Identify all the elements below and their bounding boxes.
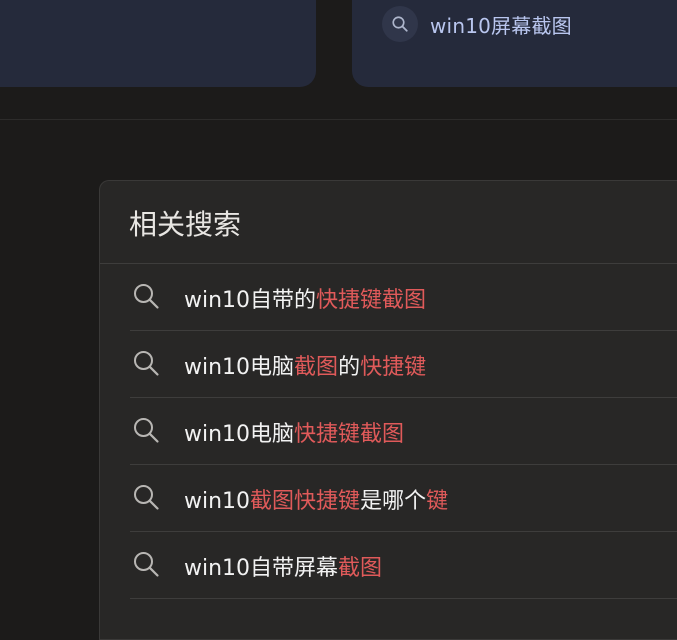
related-search-text: win10电脑快捷键截图 — [184, 416, 404, 448]
query-term: win10电脑 — [184, 422, 295, 447]
highlighted-term: 快捷键截图 — [294, 422, 405, 447]
related-search-text: win10自带屏幕截图 — [184, 550, 382, 582]
highlighted-term: 键 — [426, 489, 449, 514]
query-term: win10电脑 — [184, 355, 295, 380]
search-icon — [131, 549, 161, 579]
highlighted-term: 快捷键截图 — [316, 288, 427, 313]
top-card-right[interactable]: win10屏幕截图 — [352, 0, 677, 87]
query-term: win10 — [184, 489, 251, 514]
related-search-item[interactable]: win10截图快捷键是哪个键 — [100, 465, 677, 532]
highlighted-term: 截图 — [294, 355, 339, 380]
related-search-list: win10自带的快捷键截图 win10电脑截图的快捷键 win10电脑快捷键截图 wi… — [100, 264, 677, 599]
search-icon — [131, 415, 161, 445]
search-icon — [131, 348, 161, 378]
related-search-text: win10电脑截图的快捷键 — [184, 349, 426, 381]
query-term: 是哪个 — [360, 489, 427, 514]
related-search-item[interactable]: win10电脑快捷键截图 — [100, 398, 677, 465]
search-icon — [382, 6, 418, 42]
related-search-item[interactable]: win10电脑截图的快捷键 — [100, 331, 677, 398]
related-searches-panel: 相关搜索 win10自带的快捷键截图 win10电脑截图的快捷键 win10电脑快捷… — [99, 180, 677, 640]
top-card-left[interactable] — [0, 0, 316, 87]
query-term: 的 — [338, 355, 361, 380]
section-divider — [0, 119, 677, 120]
related-query-chip[interactable]: win10屏幕截图 — [382, 6, 572, 42]
highlighted-term: 快捷键 — [360, 355, 427, 380]
related-search-text: win10截图快捷键是哪个键 — [184, 483, 448, 515]
highlighted-term: 截图 — [338, 556, 383, 581]
query-term: win10自带屏幕 — [184, 556, 339, 581]
query-term: win10自带的 — [184, 288, 317, 313]
panel-title: 相关搜索 — [129, 208, 242, 241]
related-search-item[interactable]: win10自带的快捷键截图 — [100, 264, 677, 331]
search-icon — [131, 281, 161, 311]
search-icon — [131, 482, 161, 512]
highlighted-term: 截图快捷键 — [250, 489, 361, 514]
related-search-text: win10自带的快捷键截图 — [184, 282, 426, 314]
related-search-item[interactable]: win10自带屏幕截图 — [100, 532, 677, 599]
chip-text: win10屏幕截图 — [430, 13, 572, 38]
